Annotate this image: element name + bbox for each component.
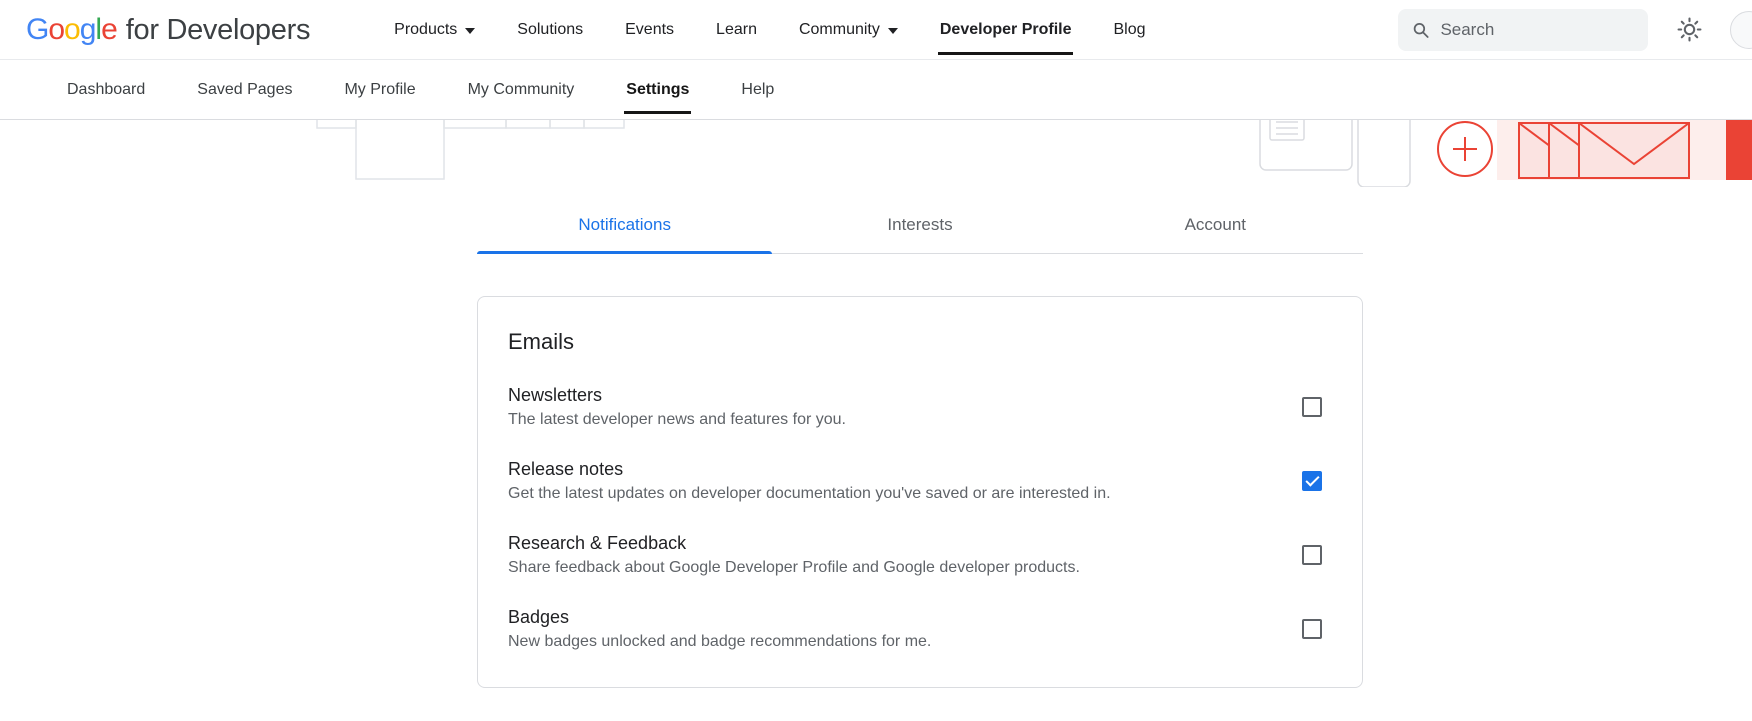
nav-item-learn[interactable]: Learn (716, 0, 757, 59)
profile-subnav: Dashboard Saved Pages My Profile My Comm… (0, 60, 1752, 120)
logo-letter: g (80, 13, 96, 46)
subnav-item-saved-pages[interactable]: Saved Pages (197, 60, 292, 119)
nav-item-community[interactable]: Community (799, 0, 898, 59)
nav-label: Developer Profile (940, 21, 1072, 39)
nav-item-events[interactable]: Events (625, 0, 674, 59)
sun-icon (1677, 17, 1702, 42)
card-title: Emails (508, 329, 1328, 355)
logo-letter: G (26, 13, 48, 46)
search-box[interactable] (1398, 9, 1648, 51)
theme-toggle-button[interactable] (1674, 15, 1704, 45)
badges-checkbox[interactable] (1302, 619, 1322, 639)
nav-label: Solutions (517, 21, 583, 39)
avatar[interactable] (1730, 11, 1752, 49)
subnav-label: My Profile (344, 81, 415, 99)
decorative-banner (0, 120, 1752, 187)
setting-title: Badges (508, 607, 931, 628)
chevron-down-icon (888, 28, 898, 34)
nav-label: Events (625, 21, 674, 39)
setting-title: Research & Feedback (508, 533, 1080, 554)
setting-row-badges: Badges New badges unlocked and badge rec… (508, 607, 1328, 651)
nav-item-products[interactable]: Products (394, 0, 475, 59)
nav-label: Products (394, 21, 457, 39)
nav-item-blog[interactable]: Blog (1113, 0, 1145, 59)
decorative-grid-squares (316, 120, 626, 187)
google-logo-text: Google (26, 13, 117, 47)
setting-text: Research & Feedback Share feedback about… (508, 533, 1080, 577)
nav-item-developer-profile[interactable]: Developer Profile (940, 0, 1072, 59)
decorative-red-bar (1726, 120, 1752, 180)
search-icon (1412, 20, 1429, 40)
subnav-item-settings[interactable]: Settings (626, 60, 689, 119)
setting-row-newsletters: Newsletters The latest developer news an… (508, 385, 1328, 429)
setting-description: New badges unlocked and badge recommenda… (508, 633, 931, 651)
top-header: Google for Developers Products Solutions… (0, 0, 1752, 60)
subnav-item-my-community[interactable]: My Community (468, 60, 575, 119)
subnav-item-dashboard[interactable]: Dashboard (67, 60, 145, 119)
logo-suffix: for Developers (126, 14, 310, 47)
subnav-label: My Community (468, 81, 575, 99)
subnav-item-help[interactable]: Help (741, 60, 774, 119)
subnav-label: Help (741, 81, 774, 99)
setting-description: Share feedback about Google Developer Pr… (508, 559, 1080, 577)
subnav-label: Saved Pages (197, 81, 292, 99)
tab-account[interactable]: Account (1068, 201, 1363, 253)
setting-description: The latest developer news and features f… (508, 411, 846, 429)
setting-text: Badges New badges unlocked and badge rec… (508, 607, 931, 651)
setting-text: Newsletters The latest developer news an… (508, 385, 846, 429)
newsletters-checkbox[interactable] (1302, 397, 1322, 417)
nav-item-solutions[interactable]: Solutions (517, 0, 583, 59)
subnav-item-my-profile[interactable]: My Profile (344, 60, 415, 119)
setting-text: Release notes Get the latest updates on … (508, 459, 1111, 503)
subnav-label: Dashboard (67, 81, 145, 99)
settings-tabs: Notifications Interests Account (477, 201, 1363, 254)
research-feedback-checkbox[interactable] (1302, 545, 1322, 565)
release-notes-checkbox[interactable] (1302, 471, 1322, 491)
primary-nav: Products Solutions Events Learn Communit… (394, 0, 1145, 59)
setting-title: Release notes (508, 459, 1111, 480)
emails-card: Emails Newsletters The latest developer … (477, 296, 1363, 688)
setting-title: Newsletters (508, 385, 846, 406)
setting-row-release-notes: Release notes Get the latest updates on … (508, 459, 1328, 503)
google-developers-logo[interactable]: Google for Developers (26, 13, 310, 47)
logo-letter: e (101, 13, 117, 46)
logo-letter: o (48, 13, 64, 46)
setting-row-research-feedback: Research & Feedback Share feedback about… (508, 533, 1328, 577)
decorative-card-outline (1256, 120, 1421, 187)
search-input[interactable] (1440, 20, 1634, 40)
setting-description: Get the latest updates on developer docu… (508, 485, 1111, 503)
chevron-down-icon (465, 28, 475, 34)
tab-interests[interactable]: Interests (772, 201, 1067, 253)
decorative-envelopes (1497, 120, 1726, 180)
tab-notifications[interactable]: Notifications (477, 201, 772, 253)
nav-label: Blog (1113, 21, 1145, 39)
subnav-label: Settings (626, 81, 689, 99)
nav-label: Community (799, 21, 880, 39)
logo-letter: o (64, 13, 80, 46)
header-actions (1398, 9, 1752, 51)
add-circle-icon (1437, 121, 1493, 177)
nav-label: Learn (716, 21, 757, 39)
